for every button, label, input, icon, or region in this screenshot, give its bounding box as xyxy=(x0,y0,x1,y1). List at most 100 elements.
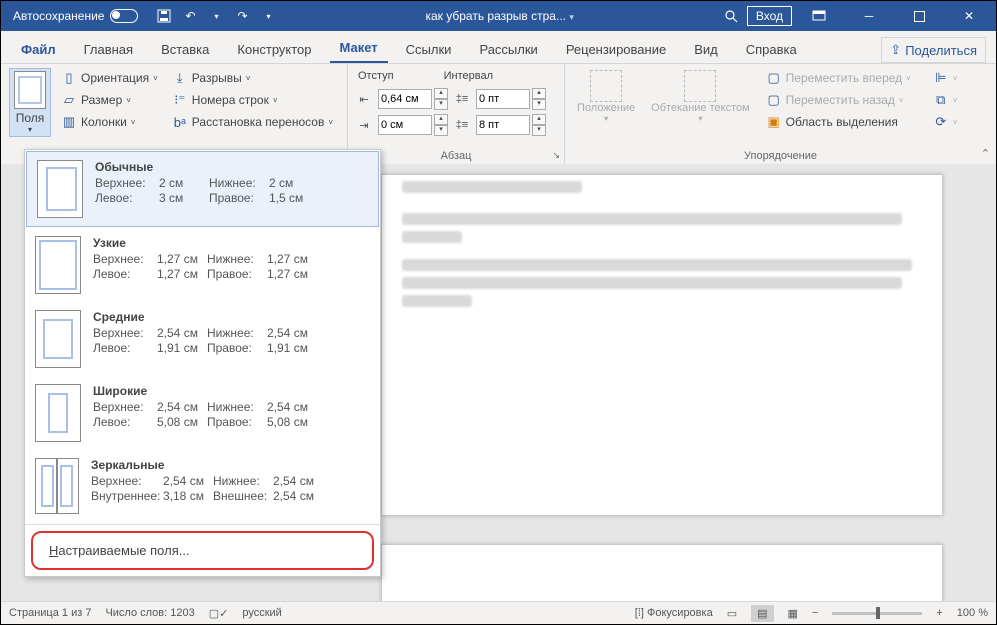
status-language[interactable]: русский xyxy=(242,607,281,619)
app-window: Автосохранение ↶ ▾ ↷ ▾ как убрать разрыв… xyxy=(0,0,997,625)
menu-separator xyxy=(25,524,380,525)
wrap-text-button[interactable]: Обтекание текстом▾ xyxy=(647,68,754,132)
indent-left-input[interactable]: ▴▾ xyxy=(378,88,448,110)
margins-dropdown: Обычные Верхнее:2 смНижнее:2 см Левое:3 … xyxy=(24,149,381,577)
rotate-icon: ⟳ xyxy=(933,114,949,130)
line-numbers-button[interactable]: ⁝⁼Номера строк ˅ xyxy=(168,90,337,110)
tab-view[interactable]: Вид xyxy=(684,36,728,63)
margins-medium-icon xyxy=(35,310,81,368)
zoom-in-button[interactable]: + xyxy=(936,607,942,619)
autosave-label: Автосохранение xyxy=(13,9,104,23)
breaks-button[interactable]: ⤓Разрывы ˅ xyxy=(168,68,337,88)
orientation-button[interactable]: ▯Ориентация ˅ xyxy=(57,68,162,88)
rotate-button[interactable]: ⟳˅ xyxy=(929,112,962,132)
view-web-icon[interactable]: ▦ xyxy=(788,607,798,620)
search-icon[interactable] xyxy=(719,4,743,28)
tab-mailings[interactable]: Рассылки xyxy=(469,36,547,63)
line-numbers-icon: ⁝⁼ xyxy=(172,92,188,108)
margins-narrow-icon xyxy=(35,236,81,294)
columns-button[interactable]: ▥Колонки ˅ xyxy=(57,112,162,132)
selection-pane-button[interactable]: ▣Область выделения xyxy=(762,112,915,132)
bring-forward-button[interactable]: ▢Переместить вперед ˅ xyxy=(762,68,915,88)
tab-file[interactable]: Файл xyxy=(11,36,66,63)
dropdown-caret-icon[interactable]: ▾ xyxy=(204,4,228,28)
bring-forward-icon: ▢ xyxy=(766,70,782,86)
margins-option-normal[interactable]: Обычные Верхнее:2 смНижнее:2 см Левое:3 … xyxy=(26,151,379,227)
zoom-level[interactable]: 100 % xyxy=(957,607,988,619)
tab-home[interactable]: Главная xyxy=(74,36,143,63)
indent-left-icon: ⇤ xyxy=(356,90,372,108)
selection-icon: ▣ xyxy=(766,114,782,130)
group-button[interactable]: ⧉˅ xyxy=(929,90,962,110)
autosave-toggle[interactable]: Автосохранение xyxy=(5,9,146,23)
tab-design[interactable]: Конструктор xyxy=(227,36,321,63)
indent-header: Отступ xyxy=(358,70,394,82)
space-before-input[interactable]: ▴▾ xyxy=(476,88,546,110)
page-1 xyxy=(381,174,943,516)
margins-wide-icon xyxy=(35,384,81,442)
position-button[interactable]: Положение▾ xyxy=(573,68,639,132)
group-arrange: Положение▾ Обтекание текстом▾ ▢Перемести… xyxy=(565,64,996,164)
undo-icon[interactable]: ↶ xyxy=(178,4,202,28)
zoom-out-button[interactable]: − xyxy=(812,607,818,619)
share-icon: ⇪ xyxy=(890,42,901,58)
status-page[interactable]: Страница 1 из 7 xyxy=(9,607,91,619)
share-button[interactable]: ⇪Поделиться xyxy=(881,37,986,63)
wrap-icon xyxy=(684,70,716,102)
minimize-button[interactable]: ─ xyxy=(846,1,892,31)
maximize-button[interactable] xyxy=(896,1,942,31)
focus-mode-button[interactable]: [⁞] Фокусировка xyxy=(635,607,713,619)
columns-icon: ▥ xyxy=(61,114,77,130)
status-words[interactable]: Число слов: 1203 xyxy=(105,607,194,619)
quick-access: ↶ ▾ ↷ ▾ xyxy=(152,4,280,28)
margins-normal-icon xyxy=(37,160,83,218)
spacing-header: Интервал xyxy=(444,70,493,82)
send-backward-button[interactable]: ▢Переместить назад ˅ xyxy=(762,90,915,110)
arrange-group-label: Упорядочение xyxy=(565,150,996,162)
spellcheck-icon[interactable]: ▢✓ xyxy=(209,607,229,620)
space-before-icon: ‡≡ xyxy=(454,90,470,108)
margins-option-mirrored[interactable]: Зеркальные Верхнее:2,54 смНижнее:2,54 см… xyxy=(25,450,380,522)
custom-margins-label: астраиваемые поля... xyxy=(58,543,189,558)
margins-option-narrow[interactable]: Узкие Верхнее:1,27 смНижнее:1,27 см Лево… xyxy=(25,228,380,302)
document-title: как убрать разрыв стра... ▾ xyxy=(280,9,718,23)
send-backward-icon: ▢ xyxy=(766,92,782,108)
redo-icon[interactable]: ↷ xyxy=(230,4,254,28)
group-icon: ⧉ xyxy=(933,92,949,108)
tab-help[interactable]: Справка xyxy=(736,36,807,63)
zoom-slider[interactable] xyxy=(832,612,922,615)
orientation-icon: ▯ xyxy=(61,70,77,86)
tab-review[interactable]: Рецензирование xyxy=(556,36,676,63)
save-icon[interactable] xyxy=(152,4,176,28)
indent-right-input[interactable]: ▴▾ xyxy=(378,114,448,136)
tab-insert[interactable]: Вставка xyxy=(151,36,219,63)
login-button[interactable]: Вход xyxy=(747,6,792,26)
space-after-input[interactable]: ▴▾ xyxy=(476,114,546,136)
align-icon: ⊫ xyxy=(933,70,949,86)
tab-layout[interactable]: Макет xyxy=(330,34,388,63)
size-icon: ▱ xyxy=(61,92,77,108)
margins-icon xyxy=(14,71,46,109)
size-button[interactable]: ▱Размер ˅ xyxy=(57,90,162,110)
align-button[interactable]: ⊫˅ xyxy=(929,68,962,88)
paragraph-launcher[interactable]: ↘ xyxy=(552,150,560,161)
margins-button[interactable]: Поля ▾ xyxy=(9,68,51,137)
page-2 xyxy=(381,544,943,602)
close-button[interactable]: ✕ xyxy=(946,1,992,31)
qat-customize-icon[interactable]: ▾ xyxy=(256,4,280,28)
hyphenation-button[interactable]: bᵃРасстановка переносов ˅ xyxy=(168,112,337,132)
title-bar: Автосохранение ↶ ▾ ↷ ▾ как убрать разрыв… xyxy=(1,1,996,31)
ribbon-display-icon[interactable] xyxy=(796,1,842,31)
margins-option-wide[interactable]: Широкие Верхнее:2,54 смНижнее:2,54 см Ле… xyxy=(25,376,380,450)
tab-references[interactable]: Ссылки xyxy=(396,36,462,63)
custom-margins-button[interactable]: Настраиваемые поля... xyxy=(31,531,374,570)
indent-right-icon: ⇥ xyxy=(356,116,372,134)
space-after-icon: ‡≡ xyxy=(454,116,470,134)
view-print-icon[interactable]: ▤ xyxy=(751,605,773,622)
view-read-icon[interactable]: ▭ xyxy=(727,607,737,620)
hyphenation-icon: bᵃ xyxy=(172,114,188,130)
position-icon xyxy=(590,70,622,102)
margins-option-medium[interactable]: Средние Верхнее:2,54 смНижнее:2,54 см Ле… xyxy=(25,302,380,376)
breaks-icon: ⤓ xyxy=(172,70,188,86)
collapse-ribbon-icon[interactable]: ⌃ xyxy=(981,147,990,160)
